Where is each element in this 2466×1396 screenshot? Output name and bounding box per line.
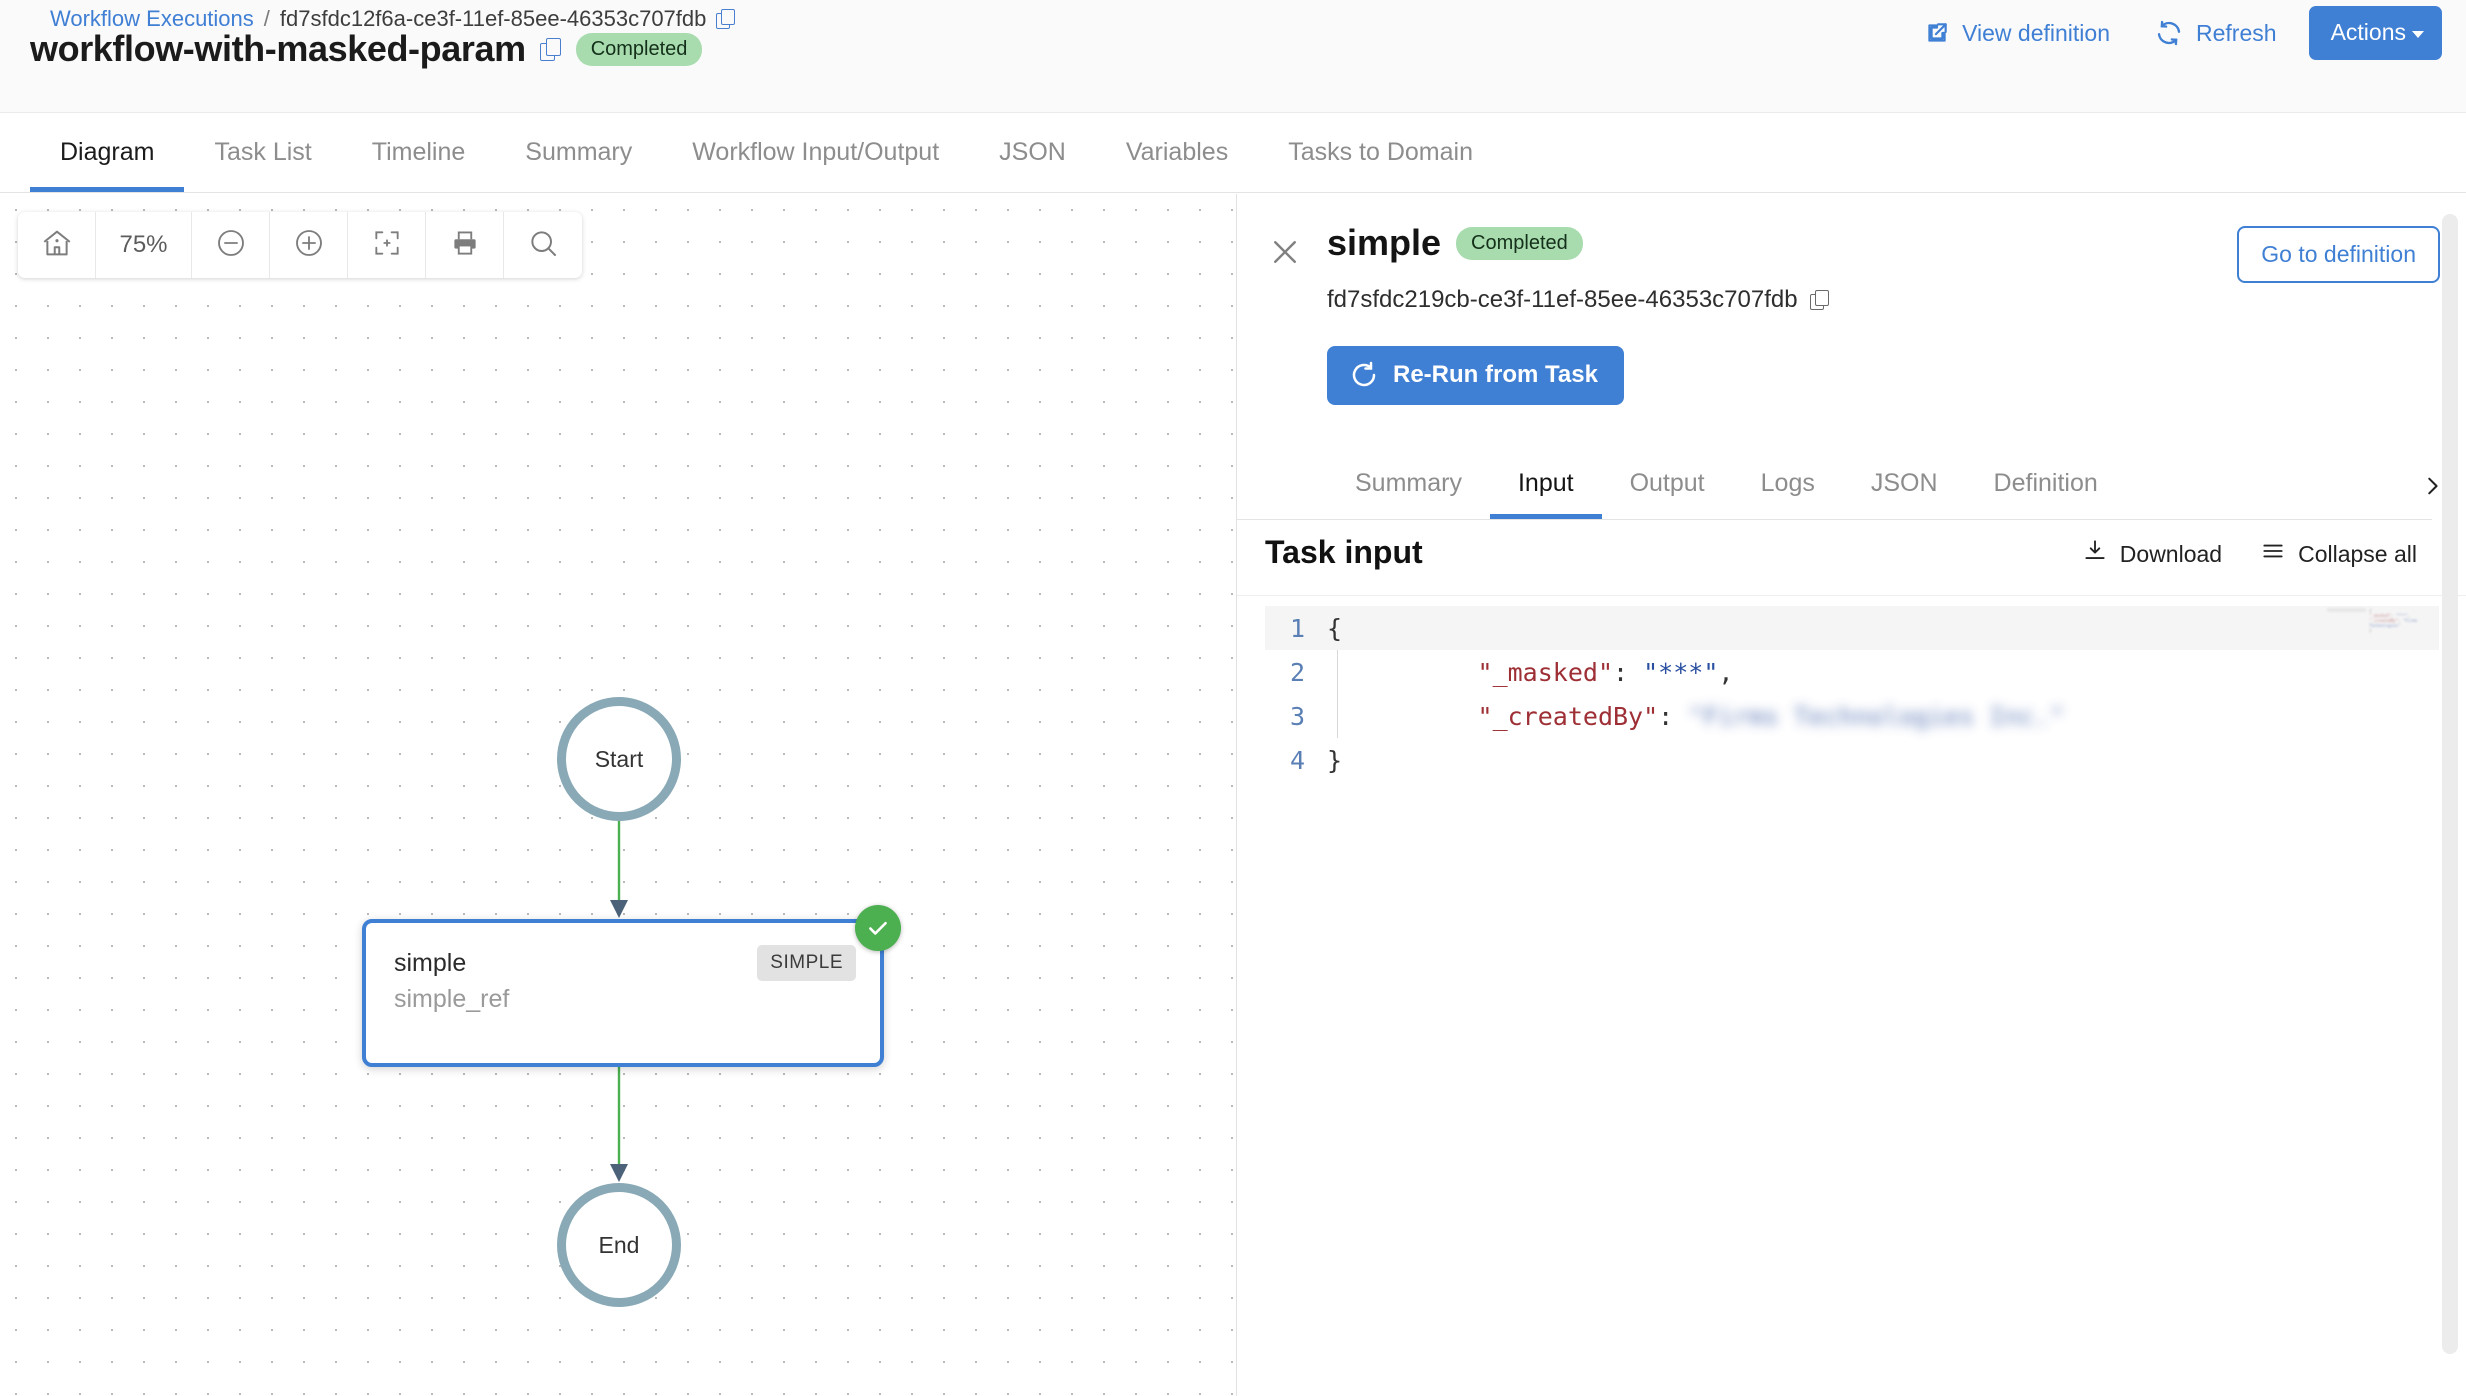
node-task-name: simple <box>394 949 467 977</box>
refresh-icon <box>2154 18 2184 48</box>
line-number: 2 <box>1289 657 1305 687</box>
tab-workflow-input-output[interactable]: Workflow Input/Output <box>662 113 969 192</box>
tab-variables[interactable]: Variables <box>1096 113 1258 192</box>
code-line: 3 "_createdBy": "Firms Technologies Inc.… <box>1265 694 2439 738</box>
download-icon <box>2082 538 2108 570</box>
code-text: } <box>1327 745 1343 775</box>
subtab-label: Summary <box>1355 469 1462 497</box>
json-code-viewer[interactable]: 1 { { "_masked": "***", "_createdBy": "F… <box>1265 606 2439 782</box>
collapse-all-button[interactable]: Collapse all <box>2260 538 2417 570</box>
line-number: 4 <box>1289 745 1305 775</box>
check-circle-icon <box>855 905 901 951</box>
tab-task-list[interactable]: Task List <box>184 113 341 192</box>
actions-label: Actions <box>2330 19 2406 45</box>
node-start[interactable]: Start <box>557 697 681 821</box>
actions-button[interactable]: Actions <box>2308 6 2442 60</box>
subtab-summary[interactable]: Summary <box>1327 448 1490 519</box>
download-button[interactable]: Download <box>2082 538 2222 570</box>
subtab-label: Logs <box>1760 469 1815 497</box>
tab-label: JSON <box>999 138 1066 166</box>
subtab-label: Definition <box>1993 469 2098 497</box>
node-end[interactable]: End <box>557 1183 681 1307</box>
refresh-button[interactable]: Refresh <box>2132 8 2299 58</box>
diagram-canvas[interactable]: 75% Start simple simple_ref SIMPLE End <box>0 194 1235 1396</box>
node-task-simple[interactable]: simple simple_ref SIMPLE <box>362 919 884 1067</box>
external-link-icon <box>1924 20 1950 46</box>
tab-label: Summary <box>525 138 633 166</box>
tab-label: Workflow Input/Output <box>692 138 940 166</box>
node-task-ref: simple_ref <box>394 985 510 1013</box>
task-input-title: Task input <box>1265 534 1423 570</box>
collapse-all-label: Collapse all <box>2298 540 2417 567</box>
header-actions: View definition Refresh Actions <box>1902 6 2442 60</box>
subtab-label: Output <box>1629 469 1705 497</box>
code-colon: : <box>1658 701 1689 731</box>
chevron-down-icon <box>2412 30 2424 38</box>
subtab-logs[interactable]: Logs <box>1733 448 1843 519</box>
rerun-icon <box>1349 360 1379 390</box>
tab-label: Timeline <box>371 138 466 166</box>
main-tabs: Diagram Task List Timeline Summary Workf… <box>0 113 2466 193</box>
line-number: 1 <box>1289 613 1305 643</box>
copy-icon[interactable] <box>716 9 736 29</box>
task-id-value: fd7sfdc219cb-ce3f-11ef-85ee-46353c707fdb <box>1327 286 1798 313</box>
status-badge: Completed <box>575 32 703 66</box>
page-title-row: workflow-with-masked-param Completed <box>30 28 703 70</box>
tab-diagram[interactable]: Diagram <box>30 113 185 192</box>
go-to-definition-label: Go to definition <box>2261 241 2416 267</box>
download-label: Download <box>2119 540 2223 567</box>
tab-label: Variables <box>1125 138 1229 166</box>
page-title: workflow-with-masked-param <box>30 28 526 69</box>
collapse-all-icon <box>2260 538 2286 570</box>
tab-label: Diagram <box>60 138 155 166</box>
go-to-definition-button[interactable]: Go to definition <box>2237 226 2440 283</box>
code-minimap[interactable]: { "_masked": "***", "_createdBy": "Firms… <box>2327 608 2431 640</box>
task-sub-tabs-clip: Summary Input Output Logs JSON Definitio… <box>1237 448 2432 520</box>
refresh-label: Refresh <box>2196 19 2277 46</box>
node-start-label: Start <box>594 745 644 772</box>
view-definition-label: View definition <box>1962 19 2111 46</box>
task-input-header: Task input Download Collapse all <box>1237 520 2466 596</box>
tab-tasks-to-domain[interactable]: Tasks to Domain <box>1258 113 1503 192</box>
copy-icon[interactable] <box>539 38 562 61</box>
task-id-row: fd7sfdc219cb-ce3f-11ef-85ee-46353c707fdb <box>1327 286 1830 314</box>
tab-label: Tasks to Domain <box>1288 138 1473 166</box>
task-input-tools: Download Collapse all <box>2082 538 2417 570</box>
top-header: Workflow Executions / fd7sfdc12f6a-ce3f-… <box>0 0 2466 113</box>
subtab-label: JSON <box>1870 469 1938 497</box>
tab-summary[interactable]: Summary <box>495 113 662 192</box>
node-end-label: End <box>598 1231 640 1258</box>
close-icon[interactable] <box>1267 234 1303 270</box>
tab-json[interactable]: JSON <box>969 113 1096 192</box>
task-detail-header: simple Completed <box>1327 222 1583 264</box>
code-line: 4 } <box>1265 738 2439 782</box>
view-definition-button[interactable]: View definition <box>1902 10 2132 57</box>
task-status-badge: Completed <box>1456 226 1583 260</box>
task-detail-title: simple <box>1327 222 1442 263</box>
copy-icon[interactable] <box>1809 290 1830 310</box>
tab-label: Task List <box>214 138 312 166</box>
line-number: 3 <box>1289 701 1305 731</box>
rerun-label: Re-Run from Task <box>1393 361 1598 388</box>
subtab-output[interactable]: Output <box>1602 448 1733 519</box>
task-sub-tabs: Summary Input Output Logs JSON Definitio… <box>1237 448 2432 520</box>
subtab-definition[interactable]: Definition <box>1966 448 2126 519</box>
rerun-from-task-button[interactable]: Re-Run from Task <box>1327 346 1624 405</box>
panel-scrollbar[interactable] <box>2442 214 2458 1354</box>
tab-timeline[interactable]: Timeline <box>342 113 496 192</box>
node-task-type-badge: SIMPLE <box>757 945 856 981</box>
subtab-input[interactable]: Input <box>1489 448 1602 519</box>
code-value-redacted: "Firms Technologies Inc." <box>1688 701 2065 731</box>
code-key: "_createdBy" <box>1477 701 1659 731</box>
task-detail-panel: simple Completed fd7sfdc219cb-ce3f-11ef-… <box>1236 194 2466 1396</box>
subtab-json[interactable]: JSON <box>1843 448 1966 519</box>
subtab-label: Input <box>1517 469 1574 497</box>
